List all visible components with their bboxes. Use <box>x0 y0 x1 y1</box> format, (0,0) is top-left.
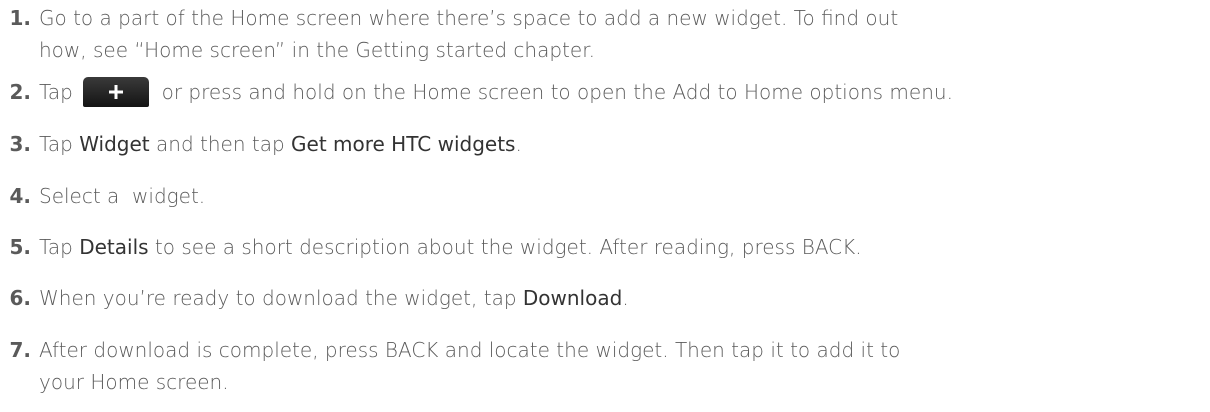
step-line: Go to a part of the Home screen where th… <box>39 6 899 30</box>
step-text: Tap Widget and then tap Get more HTC wid… <box>39 128 1210 160</box>
ui-term-get-more-htc-widgets: Get more HTC widgets <box>291 132 516 156</box>
step-line: After download is complete, press BACK a… <box>39 338 901 362</box>
step-text: Tap Details to see a short description a… <box>39 231 1210 263</box>
step-text-part: When you’re ready to download the widget… <box>39 286 523 310</box>
list-item-step-2: 2. Tap or press and hold on the Home scr… <box>0 76 1210 109</box>
step-number: 3. <box>9 132 31 156</box>
list-item-step-3: 3. Tap Widget and then tap Get more HTC … <box>0 128 1210 160</box>
step-text-before: Tap <box>39 80 80 104</box>
step-text-part: Tap <box>39 235 80 259</box>
step-text: When you’re ready to download the widget… <box>39 282 1210 314</box>
ui-term-widget: Widget <box>79 132 150 156</box>
step-number: 7. <box>9 338 31 362</box>
list-item-step-1: 1. Go to a part of the Home screen where… <box>0 2 1210 66</box>
step-text-after: or press and hold on the Home screen to … <box>155 80 953 104</box>
step-line: your Home screen. <box>39 370 229 394</box>
step-number: 2. <box>9 80 31 104</box>
ui-term-download: Download <box>522 286 623 310</box>
instruction-list: 1. Go to a part of the Home screen where… <box>0 0 1210 412</box>
step-number: 6. <box>9 286 31 310</box>
step-line: how, see “Home screen” in the Getting st… <box>39 38 595 62</box>
ui-term-details: Details <box>79 235 149 259</box>
step-text-part: to see a short description about the wid… <box>148 235 862 259</box>
step-number: 5. <box>9 235 31 259</box>
step-text: Go to a part of the Home screen where th… <box>39 2 1210 66</box>
list-item-step-6: 6. When you’re ready to download the wid… <box>0 282 1210 314</box>
plus-icon <box>83 76 150 107</box>
step-number: 1. <box>9 6 31 30</box>
step-text-part: and then tap <box>149 132 292 156</box>
step-text: After download is complete, press BACK a… <box>39 334 1210 398</box>
step-text-part: . <box>622 286 629 310</box>
list-item-step-4: 4. Select a widget. <box>0 180 1210 212</box>
step-text: Select a widget. <box>39 184 206 208</box>
list-item-step-5: 5. Tap Details to see a short descriptio… <box>0 231 1210 263</box>
step-text: Tap or press and hold on the Home screen… <box>39 76 1210 109</box>
list-item-step-7: 7. After download is complete, press BAC… <box>0 334 1210 398</box>
step-text-part: . <box>515 132 522 156</box>
step-number: 4. <box>9 184 31 208</box>
step-text-part: Tap <box>39 132 80 156</box>
